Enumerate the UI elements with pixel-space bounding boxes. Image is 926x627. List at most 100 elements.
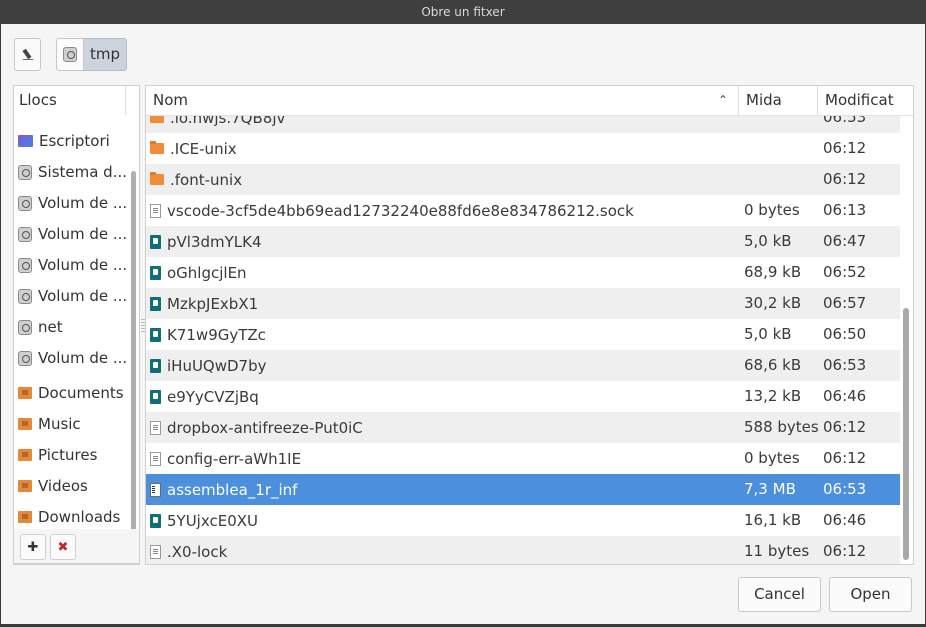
file-row[interactable]: config-err-aWh1IE 0 bytes 06:12 — [146, 443, 900, 474]
sidebar-item[interactable]: Sistema d... — [14, 157, 126, 187]
sidebar-item[interactable]: Documents — [14, 378, 126, 408]
file-name-cell: e9YyCVZjBq — [150, 381, 259, 412]
sidebar-item-label: Sistema d... — [38, 163, 126, 181]
drive-icon — [18, 226, 32, 242]
file-name-cell: dropbox-antifreeze-Put0iC — [150, 412, 363, 443]
sidebar-item-label: net — [38, 318, 63, 336]
sidebar-item-label: Downloads — [38, 508, 121, 526]
column-modified-header[interactable]: Modificat — [818, 86, 900, 115]
executable-icon — [150, 513, 161, 528]
remove-icon: ✖ — [57, 539, 69, 555]
file-row[interactable]: 5YUjxcE0XU 16,1 kB 06:46 — [146, 505, 900, 536]
sidebar-item-label: Pictures — [38, 446, 98, 464]
sidebar-item[interactable]: Volum de ... — [14, 281, 126, 311]
file-row[interactable]: e9YyCVZjBq 13,2 kB 06:46 — [146, 381, 900, 412]
file-row[interactable]: .font-unix 06:12 — [146, 164, 900, 195]
column-name-header[interactable]: Nom ⌃ — [146, 86, 739, 115]
folder-icon — [18, 387, 32, 399]
binary-file-icon — [150, 482, 161, 497]
places-sidebar: Llocs Escriptori Sistema d... Volum de ...… — [13, 85, 140, 565]
add-bookmark-button[interactable]: ✚ — [20, 534, 46, 560]
file-size: 13,2 kB — [744, 387, 802, 405]
drive-icon — [63, 47, 77, 62]
sidebar-item[interactable]: Downloads — [14, 502, 126, 532]
file-row[interactable]: assemblea_1r_inf 7,3 MB 06:53 — [146, 474, 900, 505]
text-file-icon — [150, 544, 161, 559]
file-row[interactable]: .ICE-unix 06:12 — [146, 133, 900, 164]
folder-icon — [150, 141, 164, 154]
file-chooser-dialog: tmp Llocs Escriptori Sistema d... Volum de… — [1, 24, 925, 624]
executable-icon — [150, 296, 161, 311]
file-name-cell: .font-unix — [150, 164, 242, 195]
file-name-cell: .X0-lock — [150, 536, 227, 564]
type-location-button[interactable] — [14, 38, 41, 71]
folder-icon — [18, 449, 32, 461]
file-name: 5YUjxcE0XU — [167, 511, 258, 530]
cancel-button[interactable]: Cancel — [738, 577, 821, 612]
executable-icon — [150, 265, 161, 280]
file-name-cell: MzkpJExbX1 — [150, 288, 258, 319]
sidebar-item[interactable]: net — [14, 312, 126, 342]
sidebar-item[interactable]: Volum de ... — [14, 250, 126, 280]
file-modified: 06:12 — [823, 542, 867, 560]
sidebar-item[interactable]: Volum de ... — [14, 219, 126, 249]
sidebar-item-label: Volum de ... — [38, 287, 126, 305]
file-size: 5,0 kB — [744, 232, 792, 250]
drive-icon — [18, 350, 32, 366]
file-name: pVl3dmYLK4 — [167, 232, 262, 251]
file-size: 5,0 kB — [744, 325, 792, 343]
folder-icon — [18, 418, 32, 430]
text-file-icon — [150, 420, 161, 435]
sidebar-item-label: Volum de ... — [38, 225, 126, 243]
file-name: vscode-3cf5de4bb69ead12732240e88fd6e8e83… — [167, 201, 634, 220]
file-name: .ICE-unix — [170, 139, 237, 158]
file-name-cell: K71w9GyTZc — [150, 319, 266, 350]
file-row[interactable]: iHuUQwD7by 68,6 kB 06:53 — [146, 350, 900, 381]
file-row[interactable]: K71w9GyTZc 5,0 kB 06:50 — [146, 319, 900, 350]
column-size-header[interactable]: Mida — [739, 86, 818, 115]
file-modified: 06:13 — [823, 201, 867, 219]
file-name-cell: oGhlgcjlEn — [150, 257, 247, 288]
path-tmp-button[interactable]: tmp — [84, 38, 128, 71]
file-modified: 06:12 — [823, 418, 867, 436]
file-row[interactable]: pVl3dmYLK4 5,0 kB 06:47 — [146, 226, 900, 257]
file-name: config-err-aWh1IE — [167, 449, 302, 468]
sidebar-item[interactable]: Volum de ... — [14, 343, 126, 373]
file-size: 0 bytes — [744, 201, 800, 219]
drive-icon — [18, 195, 32, 211]
file-name: K71w9GyTZc — [167, 325, 266, 344]
file-modified: 06:47 — [823, 232, 867, 250]
open-button[interactable]: Open — [829, 577, 912, 612]
file-modified: 06:12 — [823, 449, 867, 467]
file-size: 11 bytes — [744, 542, 810, 560]
file-list: Nom ⌃ Mida Modificat .io.nwjs.7QB8jv 06:5… — [145, 85, 914, 565]
path-bar: tmp — [56, 38, 128, 71]
sidebar-item[interactable]: Pictures — [14, 440, 126, 470]
window-title: Obre un fitxer — [0, 0, 926, 24]
file-row[interactable]: MzkpJExbX1 30,2 kB 06:57 — [146, 288, 900, 319]
sidebar-scrollbar[interactable] — [131, 171, 136, 561]
file-row[interactable]: dropbox-antifreeze-Put0iC 588 bytes 06:12 — [146, 412, 900, 443]
file-row[interactable]: oGhlgcjlEn 68,9 kB 06:52 — [146, 257, 900, 288]
file-name-cell: iHuUQwD7by — [150, 350, 267, 381]
remove-bookmark-button[interactable]: ✖ — [50, 534, 76, 560]
sidebar-item[interactable]: Volum de ... — [14, 188, 126, 218]
sidebar-item[interactable]: Music — [14, 409, 126, 439]
folder-icon — [18, 480, 32, 492]
path-root-button[interactable] — [56, 38, 84, 71]
folder-icon — [150, 172, 164, 185]
file-list-scrollbar[interactable] — [903, 308, 909, 560]
places-header: Llocs — [14, 86, 126, 115]
sidebar-item-label: Volum de ... — [38, 349, 126, 367]
sidebar-item-label: Volum de ... — [38, 194, 126, 212]
sidebar-item[interactable]: Escriptori — [14, 126, 126, 156]
sidebar-actions: ✚ ✖ — [13, 529, 140, 564]
drive-icon — [18, 257, 32, 273]
file-size: 7,3 MB — [744, 480, 796, 498]
drive-icon — [18, 319, 32, 335]
file-size: 30,2 kB — [744, 294, 802, 312]
pencil-icon — [21, 48, 35, 62]
sidebar-item[interactable]: Videos — [14, 471, 126, 501]
file-row[interactable]: .X0-lock 11 bytes 06:12 — [146, 536, 900, 564]
file-row[interactable]: vscode-3cf5de4bb69ead12732240e88fd6e8e83… — [146, 195, 900, 226]
